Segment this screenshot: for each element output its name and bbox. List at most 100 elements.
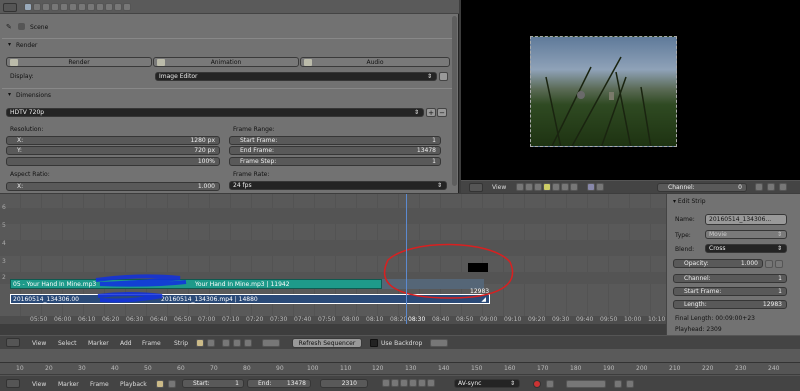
time-ruler[interactable]: 05:50 06:00 06:10 06:20 06:30 06:40 06:5… bbox=[0, 316, 666, 324]
render-button[interactable]: Render bbox=[6, 57, 152, 67]
refresh-sequencer-button[interactable]: Refresh Sequencer bbox=[292, 338, 362, 348]
resolution-y-field[interactable]: Y: 720 px bbox=[6, 146, 220, 155]
constraint-icon[interactable] bbox=[69, 3, 77, 11]
object-icon[interactable] bbox=[60, 3, 68, 11]
aspect-x-field[interactable]: X: 1.000 bbox=[6, 182, 220, 191]
resolution-percentage-field[interactable]: 100% bbox=[6, 157, 220, 166]
timeline-area[interactable] bbox=[0, 349, 800, 362]
view-type-icon[interactable] bbox=[196, 339, 204, 347]
sequencer-icon[interactable] bbox=[222, 339, 230, 347]
preview-range-icon[interactable] bbox=[156, 380, 164, 388]
edit-strip-title[interactable]: ▾ Edit Strip bbox=[673, 198, 706, 205]
sync-mode-select[interactable]: AV-sync ⇕ bbox=[454, 379, 520, 388]
resolution-x-field[interactable]: X: 1280 px bbox=[6, 136, 220, 145]
paste-icon[interactable] bbox=[779, 183, 787, 191]
data-icon[interactable] bbox=[87, 3, 95, 11]
particles-icon[interactable] bbox=[114, 3, 122, 11]
timeline-playback-menu[interactable]: Playback bbox=[120, 381, 147, 388]
display-mode-icon[interactable] bbox=[207, 339, 215, 347]
timeline-end-field[interactable]: End: 13478 bbox=[247, 379, 311, 388]
timeline-start-field[interactable]: Start: 1 bbox=[182, 379, 244, 388]
dimensions-panel-header[interactable]: ▾ Dimensions bbox=[2, 88, 452, 100]
backdrop-icon[interactable] bbox=[430, 339, 448, 347]
grid-icon[interactable] bbox=[561, 183, 569, 191]
scene-icon[interactable] bbox=[42, 3, 50, 11]
world-icon[interactable] bbox=[51, 3, 59, 11]
material-icon[interactable] bbox=[96, 3, 104, 11]
copy-icon[interactable] bbox=[767, 183, 775, 191]
jump-start-icon[interactable] bbox=[382, 379, 390, 387]
physics-icon[interactable] bbox=[123, 3, 131, 11]
timeline-frame-menu[interactable]: Frame bbox=[90, 381, 109, 388]
next-keyframe-icon[interactable] bbox=[418, 379, 426, 387]
blend-select[interactable]: Cross ⇕ bbox=[705, 244, 787, 253]
playhead-line[interactable] bbox=[406, 194, 407, 324]
lock-icon[interactable] bbox=[168, 380, 176, 388]
delete-key-icon[interactable] bbox=[626, 380, 634, 388]
mode-icon[interactable] bbox=[516, 183, 524, 191]
display-icon[interactable] bbox=[570, 183, 578, 191]
image-icon[interactable] bbox=[525, 183, 533, 191]
proxy-icon[interactable] bbox=[262, 339, 280, 347]
use-backdrop-checkbox[interactable] bbox=[370, 339, 378, 347]
both-icon[interactable] bbox=[244, 339, 252, 347]
lock-icon[interactable] bbox=[775, 260, 783, 268]
preview-view-menu[interactable]: View bbox=[492, 184, 506, 191]
strip-channel-field[interactable]: Channel: 1 bbox=[673, 274, 787, 283]
sequencer-strip-area[interactable]: 6 5 4 3 2 05 - Your Hand In Mine.mp3 You… bbox=[0, 194, 666, 324]
add-preset-icon[interactable]: + bbox=[426, 108, 436, 117]
strip-length-field[interactable]: Length: 12983 bbox=[673, 300, 787, 309]
properties-scrollbar[interactable] bbox=[452, 16, 457, 186]
refresh-icon[interactable] bbox=[755, 183, 763, 191]
sequencer-select-menu[interactable]: Select bbox=[58, 340, 77, 347]
end-frame-field[interactable]: End Frame: 13478 bbox=[229, 146, 441, 155]
timeline-marker-menu[interactable]: Marker bbox=[58, 381, 79, 388]
timeline-view-menu[interactable]: View bbox=[32, 381, 46, 388]
render-preset-select[interactable]: HDTV 720p ⇕ bbox=[6, 108, 424, 117]
texture-icon[interactable] bbox=[105, 3, 113, 11]
render-panel-header[interactable]: ▾ Render bbox=[2, 38, 452, 50]
display-window-icon[interactable] bbox=[439, 72, 448, 81]
editor-type-icon[interactable] bbox=[469, 183, 483, 192]
play-icon[interactable] bbox=[409, 379, 417, 387]
prev-keyframe-icon[interactable] bbox=[391, 379, 399, 387]
overlay-icon[interactable] bbox=[586, 183, 595, 191]
zoom-icon[interactable] bbox=[552, 183, 560, 191]
sequencer-view-menu[interactable]: View bbox=[32, 340, 46, 347]
preview-icon[interactable] bbox=[233, 339, 241, 347]
insert-key-icon[interactable] bbox=[614, 380, 622, 388]
sequencer-strip-menu[interactable]: Strip bbox=[174, 340, 188, 347]
record-icon[interactable] bbox=[533, 380, 541, 388]
play-reverse-icon[interactable] bbox=[400, 379, 408, 387]
editor-type-icon[interactable] bbox=[3, 3, 17, 12]
display-select[interactable]: Image Editor ⇕ bbox=[155, 72, 437, 81]
sequencer-marker-menu[interactable]: Marker bbox=[88, 340, 109, 347]
audio-button[interactable]: Audio bbox=[300, 57, 450, 67]
sequencer-frame-menu[interactable]: Frame bbox=[142, 340, 161, 347]
strip-start-frame-field[interactable]: Start Frame: 1 bbox=[673, 287, 787, 296]
render-icon[interactable] bbox=[24, 3, 32, 11]
opacity-field[interactable]: Opacity: 1.000 bbox=[673, 259, 763, 268]
strip-name-field[interactable]: 20160514_134306... bbox=[705, 214, 787, 225]
preview-channel-field[interactable]: Channel: 0 bbox=[657, 183, 747, 192]
checker-icon[interactable] bbox=[543, 183, 551, 191]
current-frame-field[interactable]: 2310 bbox=[320, 379, 368, 388]
pin-icon[interactable]: ✎ bbox=[6, 23, 12, 31]
keying-icon[interactable] bbox=[546, 380, 554, 388]
sequencer-add-menu[interactable]: Add bbox=[120, 340, 132, 347]
keyset-icon[interactable] bbox=[566, 380, 606, 388]
animation-button[interactable]: Animation bbox=[153, 57, 299, 67]
timeline-ruler[interactable]: 10 20 30 40 50 60 70 80 90 100 110 120 1… bbox=[0, 362, 800, 374]
modifier-icon[interactable] bbox=[78, 3, 86, 11]
mute-icon[interactable] bbox=[765, 260, 773, 268]
layers-icon[interactable] bbox=[33, 3, 41, 11]
jump-end-icon[interactable] bbox=[427, 379, 435, 387]
safe-area-icon[interactable] bbox=[595, 183, 604, 191]
frame-rate-select[interactable]: 24 fps ⇕ bbox=[229, 181, 447, 190]
channels-icon[interactable] bbox=[534, 183, 542, 191]
remove-preset-icon[interactable]: − bbox=[437, 108, 447, 117]
editor-type-icon[interactable] bbox=[6, 338, 20, 347]
start-frame-field[interactable]: Start Frame: 1 bbox=[229, 136, 441, 145]
editor-type-icon[interactable] bbox=[6, 379, 20, 388]
frame-step-field[interactable]: Frame Step: 1 bbox=[229, 157, 441, 166]
